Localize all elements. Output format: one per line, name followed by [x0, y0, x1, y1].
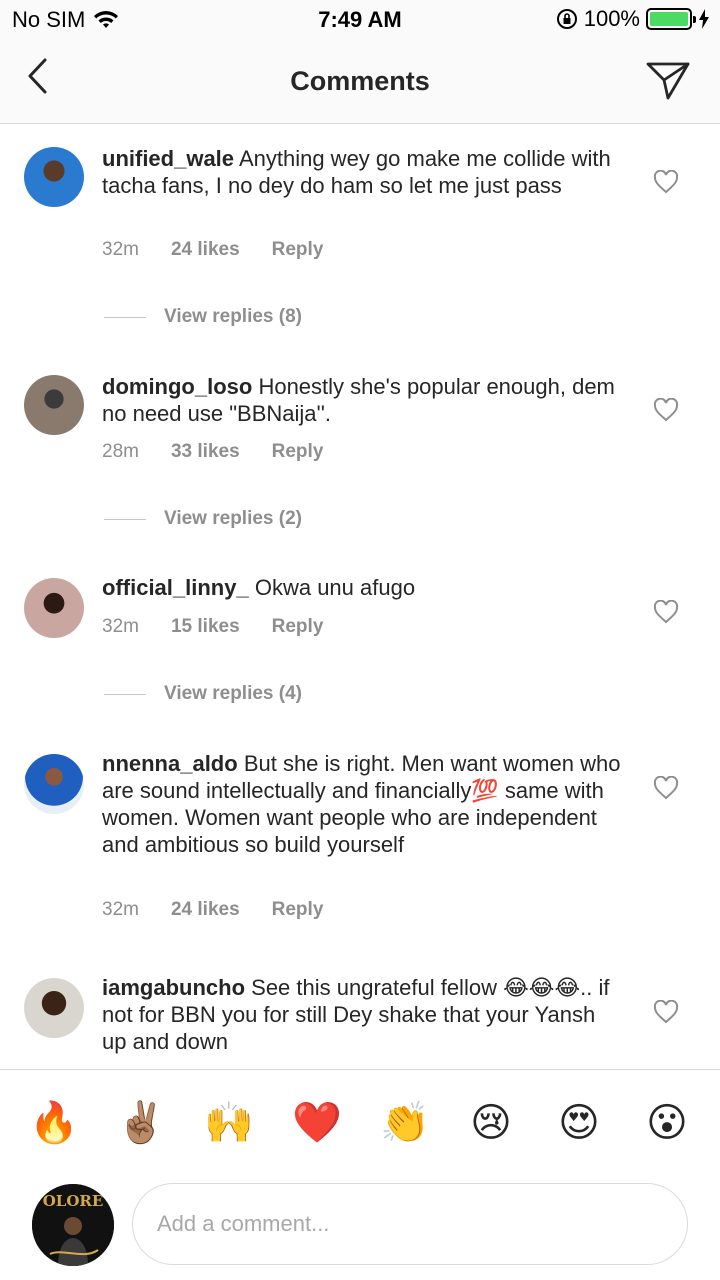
clapping-hands-emoji-button[interactable]: 👏	[380, 1100, 430, 1146]
orientation-lock-icon	[556, 9, 577, 29]
view-replies-label: View replies (4)	[164, 683, 302, 704]
comment-meta: 28m 33 likes Reply	[102, 441, 355, 463]
comment-text-block: unified_wale Anything wey go make me col…	[102, 145, 622, 199]
avatar-artwork: OLORE	[32, 1184, 114, 1266]
avatar-wordmark: OLORE	[43, 1192, 104, 1210]
comment-item: nnenna_aldo But she is right. Men want w…	[0, 750, 720, 930]
view-replies-button[interactable]: View replies (2)	[104, 508, 302, 530]
comment-meta: 32m 24 likes Reply	[102, 239, 355, 261]
replies-divider	[104, 316, 146, 318]
comment-time: 32m	[102, 239, 139, 260]
avatar[interactable]	[24, 578, 84, 638]
comment-likes[interactable]: 24 likes	[171, 239, 240, 261]
comment-likes[interactable]: 33 likes	[171, 441, 240, 463]
avatar[interactable]	[24, 147, 84, 207]
view-replies-button[interactable]: View replies (4)	[104, 683, 302, 705]
like-heart-icon[interactable]	[653, 1000, 679, 1024]
charging-icon	[699, 9, 709, 29]
view-replies-label: View replies (2)	[164, 508, 302, 529]
raising-hands-emoji-button[interactable]: 🙌	[204, 1100, 254, 1146]
reply-button[interactable]: Reply	[272, 616, 324, 638]
victory-hand-emoji-button[interactable]: ✌🏽	[116, 1100, 166, 1146]
comment-time: 32m	[102, 616, 139, 637]
page-title: Comments	[290, 66, 430, 96]
reply-button[interactable]: Reply	[272, 441, 324, 463]
comment-input[interactable]	[132, 1183, 688, 1265]
comment-input-bar: OLORE	[0, 1180, 720, 1280]
heart-eyes-emoji-button[interactable]: 😍	[556, 1100, 602, 1146]
view-replies-label: View replies (8)	[164, 306, 302, 327]
reply-button[interactable]: Reply	[272, 899, 324, 921]
my-avatar: OLORE	[32, 1184, 114, 1266]
like-heart-icon[interactable]	[653, 776, 679, 800]
emoji-quick-bar: 🔥 ✌🏽 🙌 ❤️ 👏 😢 😍 😮	[0, 1069, 720, 1179]
comment-item: unified_wale Anything wey go make me col…	[0, 145, 720, 335]
status-right: 100%	[556, 6, 710, 32]
comment-time: 32m	[102, 899, 139, 920]
replies-divider	[104, 693, 146, 695]
avatar[interactable]	[24, 375, 84, 435]
comment-username[interactable]: official_linny_	[102, 575, 249, 600]
view-replies-button[interactable]: View replies (8)	[104, 306, 302, 328]
comment-item: domingo_loso Honestly she's popular enou…	[0, 373, 720, 543]
like-heart-icon[interactable]	[653, 398, 679, 422]
red-heart-emoji-button[interactable]: ❤️	[292, 1100, 342, 1146]
comment-likes[interactable]: 15 likes	[171, 616, 240, 638]
replies-divider	[104, 518, 146, 520]
fire-emoji-button[interactable]: 🔥	[29, 1100, 79, 1146]
send-icon[interactable]	[644, 56, 692, 104]
comment-likes[interactable]: 24 likes	[171, 899, 240, 921]
comment-meta: 32m 15 likes Reply	[102, 616, 355, 638]
comment-meta: 32m 24 likes Reply	[102, 899, 355, 921]
battery-percent: 100%	[583, 6, 640, 31]
like-heart-icon[interactable]	[653, 600, 679, 624]
comment-text: Okwa unu afugo	[254, 575, 416, 600]
battery-icon	[646, 8, 696, 30]
nav-bar: Comments	[0, 40, 720, 124]
comment-item: iamgabuncho See this ungrateful fellow 😂…	[0, 974, 720, 1068]
crying-face-emoji-button[interactable]: 😢	[468, 1100, 514, 1146]
comment-text-block: nnenna_aldo But she is right. Men want w…	[102, 750, 622, 858]
comment-username[interactable]: domingo_loso	[102, 374, 252, 399]
reply-button[interactable]: Reply	[272, 239, 324, 261]
comment-username[interactable]: iamgabuncho	[102, 975, 245, 1000]
comment-text-block: iamgabuncho See this ungrateful fellow 😂…	[102, 974, 622, 1055]
comment-username[interactable]: unified_wale	[102, 146, 234, 171]
surprised-face-emoji-button[interactable]: 😮	[644, 1100, 690, 1146]
comment-text-block: domingo_loso Honestly she's popular enou…	[102, 373, 622, 427]
avatar[interactable]	[24, 978, 84, 1038]
status-bar: No SIM 7:49 AM 100%	[0, 0, 720, 40]
comment-username[interactable]: nnenna_aldo	[102, 751, 238, 776]
comment-text-block: official_linny_ Okwa unu afugo	[102, 574, 622, 601]
comment-time: 28m	[102, 441, 139, 462]
comment-item: official_linny_ Okwa unu afugo 32m 15 li…	[0, 574, 720, 724]
avatar[interactable]	[24, 754, 84, 814]
comments-list: unified_wale Anything wey go make me col…	[0, 125, 720, 1068]
like-heart-icon[interactable]	[653, 170, 679, 194]
